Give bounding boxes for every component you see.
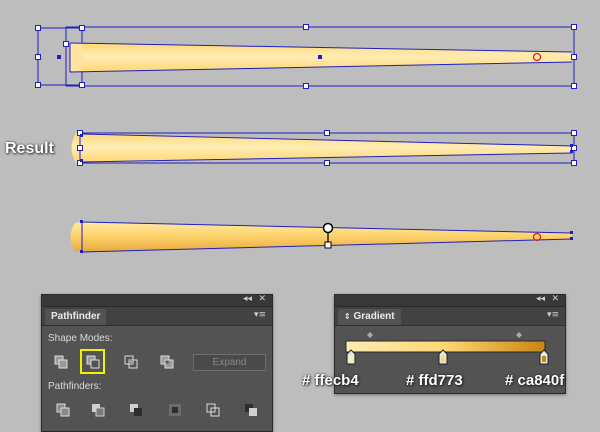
outline-button[interactable]	[202, 399, 224, 421]
tab-pathfinder[interactable]: Pathfinder	[45, 309, 107, 325]
outline-icon	[206, 403, 220, 417]
gradient-stop[interactable]	[346, 349, 356, 365]
minus-front-button[interactable]	[80, 349, 105, 374]
panel-topbar[interactable]: ◂◂ ✕	[42, 294, 272, 307]
close-icon[interactable]: ✕	[258, 294, 266, 305]
minus-back-button[interactable]	[240, 399, 262, 421]
gradient-stop[interactable]	[539, 349, 549, 365]
tab-arrows-icon: ⇕	[344, 312, 351, 321]
divide-icon	[56, 403, 70, 417]
trim-icon	[92, 404, 105, 417]
unite-icon	[54, 355, 68, 369]
close-icon[interactable]: ✕	[551, 294, 559, 305]
hex-label-end: # ca840f	[505, 372, 565, 389]
unite-button[interactable]	[50, 351, 72, 373]
pathfinder-panel[interactable]: ◂◂ ✕ Pathfinder ▾≡ Shape Modes: Expand P…	[41, 294, 273, 432]
intersect-icon	[124, 355, 138, 369]
crop-icon	[169, 404, 181, 416]
hex-label-start: # ffecb4	[302, 372, 359, 389]
divide-button[interactable]	[52, 399, 74, 421]
gradient-slider[interactable]	[335, 325, 567, 370]
intersect-button[interactable]	[120, 351, 142, 373]
panel-menu-icon[interactable]: ▾≡	[254, 310, 266, 320]
result-label: Result	[5, 140, 54, 157]
minus-front-icon	[86, 355, 99, 368]
crop-button[interactable]	[164, 399, 186, 421]
merge-icon	[130, 404, 142, 416]
midpoint-diamond[interactable]	[367, 332, 373, 338]
midpoint-diamond[interactable]	[516, 332, 522, 338]
shape-gradient[interactable]	[70, 220, 574, 253]
expand-button[interactable]: Expand	[193, 354, 266, 371]
collapse-icon[interactable]: ◂◂	[536, 294, 545, 305]
panel-tab-row: Pathfinder ▾≡	[42, 307, 272, 326]
gradient-bar[interactable]	[345, 340, 546, 353]
panel-menu-icon[interactable]: ▾≡	[547, 310, 559, 320]
exclude-icon	[160, 355, 174, 369]
shape-result[interactable]	[71, 132, 575, 164]
minus-back-icon	[245, 404, 257, 416]
hex-label-mid: # ffd773	[406, 372, 463, 389]
pathfinders-label: Pathfinders:	[48, 381, 102, 392]
merge-button[interactable]	[125, 399, 147, 421]
collapse-icon[interactable]: ◂◂	[243, 294, 252, 305]
panel-tab-row: ⇕ Gradient ▾≡	[335, 307, 565, 326]
tab-gradient-label: Gradient	[353, 311, 395, 322]
panel-topbar[interactable]: ◂◂ ✕	[335, 294, 565, 307]
shape-original[interactable]	[37, 26, 575, 87]
exclude-button[interactable]	[156, 351, 178, 373]
trim-button[interactable]	[87, 399, 109, 421]
tab-gradient[interactable]: ⇕ Gradient	[338, 309, 401, 325]
shape-modes-label: Shape Modes:	[48, 333, 113, 344]
gradient-stop[interactable]	[438, 349, 448, 365]
